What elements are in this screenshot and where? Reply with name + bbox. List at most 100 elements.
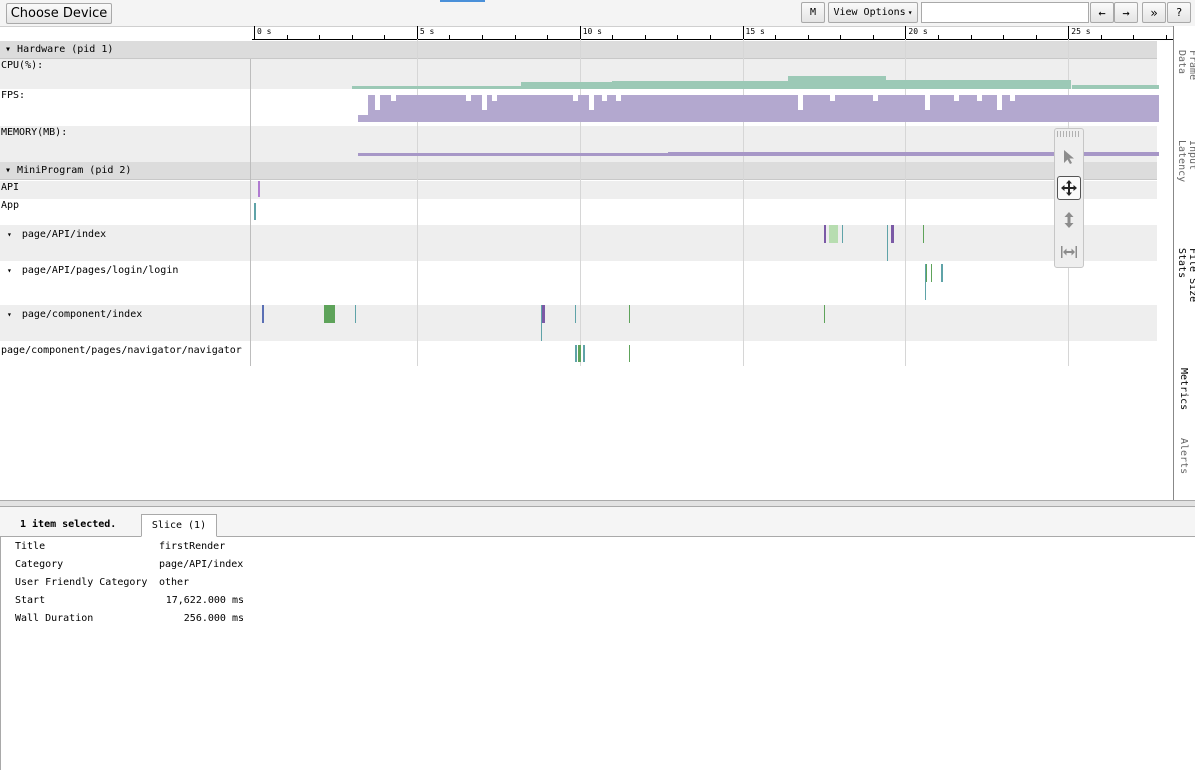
chevron-down-icon[interactable]: ▾ bbox=[5, 165, 17, 176]
detail-value-title: firstRender bbox=[159, 541, 226, 552]
ruler-minor-tick bbox=[514, 35, 516, 39]
fps-dropout bbox=[390, 95, 396, 101]
trace-slice[interactable] bbox=[924, 264, 926, 300]
chevron-down-icon: ▾ bbox=[907, 8, 913, 17]
tab-slice[interactable]: Slice (1) bbox=[141, 514, 217, 537]
side-tab-frame-data[interactable]: Frame Data bbox=[1176, 50, 1195, 80]
trace-slice[interactable] bbox=[578, 345, 582, 362]
slice-details-table: Title firstRender Category page/API/inde… bbox=[0, 537, 1195, 770]
trace-slice[interactable] bbox=[257, 181, 260, 197]
fps-dropout bbox=[589, 95, 595, 110]
view-options-label: View Options bbox=[833, 7, 906, 18]
fps-dropout bbox=[491, 95, 497, 101]
side-tab-alerts[interactable]: Alerts bbox=[1178, 438, 1189, 474]
selection-mode-button[interactable] bbox=[1057, 145, 1081, 169]
trace-slice[interactable] bbox=[828, 225, 838, 243]
ruler-minor-tick bbox=[351, 35, 353, 39]
trace-slice[interactable] bbox=[262, 305, 265, 323]
process-group-header[interactable]: ▾ MiniProgram (pid 2) bbox=[0, 162, 1157, 180]
trace-slice[interactable] bbox=[931, 264, 933, 282]
timing-horizontal-icon bbox=[1061, 246, 1077, 258]
timing-mode-button[interactable] bbox=[1057, 240, 1081, 264]
fps-dropout bbox=[1009, 95, 1015, 101]
track-label-text: API bbox=[1, 182, 20, 193]
ruler-minor-tick bbox=[709, 35, 711, 39]
cpu-usage-bar bbox=[885, 80, 1072, 89]
trace-slice[interactable] bbox=[823, 225, 826, 243]
ruler-major-tick bbox=[254, 26, 255, 39]
ruler-minor-tick bbox=[1165, 35, 1167, 39]
drag-handle[interactable] bbox=[1057, 131, 1081, 137]
expand-side-panel-button[interactable]: » bbox=[1142, 2, 1166, 23]
group-title-text: MiniProgram (pid 2) bbox=[17, 165, 132, 176]
time-ruler[interactable]: 0 s 5 s 10 s 15 s 20 s 25 s bbox=[252, 26, 1173, 40]
ruler-minor-tick bbox=[807, 35, 809, 39]
find-prev-button[interactable]: ← bbox=[1090, 2, 1114, 23]
trace-slice[interactable] bbox=[823, 305, 825, 323]
choose-device-button[interactable]: Choose Device bbox=[6, 3, 112, 24]
fps-dropout bbox=[358, 95, 369, 115]
memory-line bbox=[358, 153, 668, 156]
trace-slice[interactable] bbox=[354, 305, 356, 323]
detail-key-category: Category bbox=[15, 559, 64, 570]
ruler-minor-tick bbox=[644, 35, 646, 39]
ruler-minor-tick bbox=[840, 35, 842, 39]
panel-splitter[interactable] bbox=[0, 500, 1195, 507]
chevron-down-icon[interactable]: ▾ bbox=[7, 266, 12, 275]
track-label: CPU(%): bbox=[1, 60, 44, 71]
cpu-usage-bar bbox=[351, 86, 522, 89]
ruler-minor-tick bbox=[775, 35, 777, 39]
trace-slice[interactable] bbox=[582, 345, 585, 362]
chevron-down-icon[interactable]: ▾ bbox=[5, 44, 17, 55]
ruler-minor-tick bbox=[1100, 35, 1102, 39]
ruler-tick-label: 25 s bbox=[1071, 27, 1091, 36]
zoom-mode-button[interactable] bbox=[1057, 208, 1081, 232]
ruler-minor-tick bbox=[1035, 35, 1037, 39]
trace-slice[interactable] bbox=[542, 305, 546, 323]
mouse-mode-selector[interactable] bbox=[1054, 128, 1084, 268]
view-options-button[interactable]: View Options ▾ bbox=[828, 2, 918, 23]
ruler-tick-label: 10 s bbox=[582, 27, 602, 36]
chevron-down-icon[interactable]: ▾ bbox=[7, 230, 12, 239]
track-label-text: page/API/pages/login/login bbox=[21, 265, 179, 276]
track-label: page/component/pages/navigator/navigator bbox=[0, 345, 253, 356]
group-title-text: Hardware (pid 1) bbox=[17, 44, 114, 55]
chevron-down-icon[interactable]: ▾ bbox=[7, 310, 12, 319]
track-label: MEMORY(MB): bbox=[1, 127, 68, 138]
zoom-vertical-icon bbox=[1064, 212, 1074, 228]
cpu-usage-bar bbox=[1071, 84, 1160, 89]
process-group-header[interactable]: ▾ Hardware (pid 1) bbox=[0, 41, 1157, 59]
trace-slice[interactable] bbox=[574, 345, 577, 362]
fps-dropout bbox=[954, 95, 960, 101]
metadata-button[interactable]: M bbox=[801, 2, 825, 23]
ruler-major-tick bbox=[742, 26, 744, 39]
pan-mode-button[interactable] bbox=[1057, 176, 1081, 200]
cpu-usage-bar bbox=[521, 82, 613, 89]
fps-dropout bbox=[602, 95, 608, 101]
find-next-button[interactable]: → bbox=[1114, 2, 1138, 23]
ruler-minor-tick bbox=[612, 35, 614, 39]
selection-summary: 1 item selected. bbox=[20, 519, 117, 530]
trace-slice[interactable] bbox=[628, 345, 630, 362]
trace-slice[interactable] bbox=[574, 305, 576, 323]
ruler-minor-tick bbox=[481, 35, 483, 39]
side-tab-metrics[interactable]: Metrics bbox=[1178, 368, 1189, 410]
trace-slice[interactable] bbox=[887, 225, 889, 261]
side-tab-file-size-stats[interactable]: File Size Stats bbox=[1176, 248, 1195, 302]
trace-slice[interactable] bbox=[941, 264, 944, 282]
trace-slice[interactable] bbox=[890, 225, 894, 243]
ruler-minor-tick bbox=[677, 35, 679, 39]
ruler-minor-tick bbox=[384, 35, 386, 39]
trace-slice[interactable] bbox=[324, 305, 336, 323]
detail-value-category: page/API/index bbox=[159, 559, 244, 570]
trace-slice[interactable] bbox=[841, 225, 843, 243]
help-button[interactable]: ? bbox=[1167, 2, 1191, 23]
trace-slice[interactable] bbox=[254, 203, 256, 220]
side-tab-input-latency[interactable]: Input Latency bbox=[1176, 140, 1195, 182]
fps-dropout bbox=[615, 95, 621, 101]
trace-slice[interactable] bbox=[923, 225, 925, 243]
trace-slice[interactable] bbox=[628, 305, 630, 323]
ruler-tick-label: 20 s bbox=[908, 27, 928, 36]
search-input[interactable] bbox=[921, 2, 1089, 23]
ruler-minor-tick bbox=[319, 35, 321, 39]
